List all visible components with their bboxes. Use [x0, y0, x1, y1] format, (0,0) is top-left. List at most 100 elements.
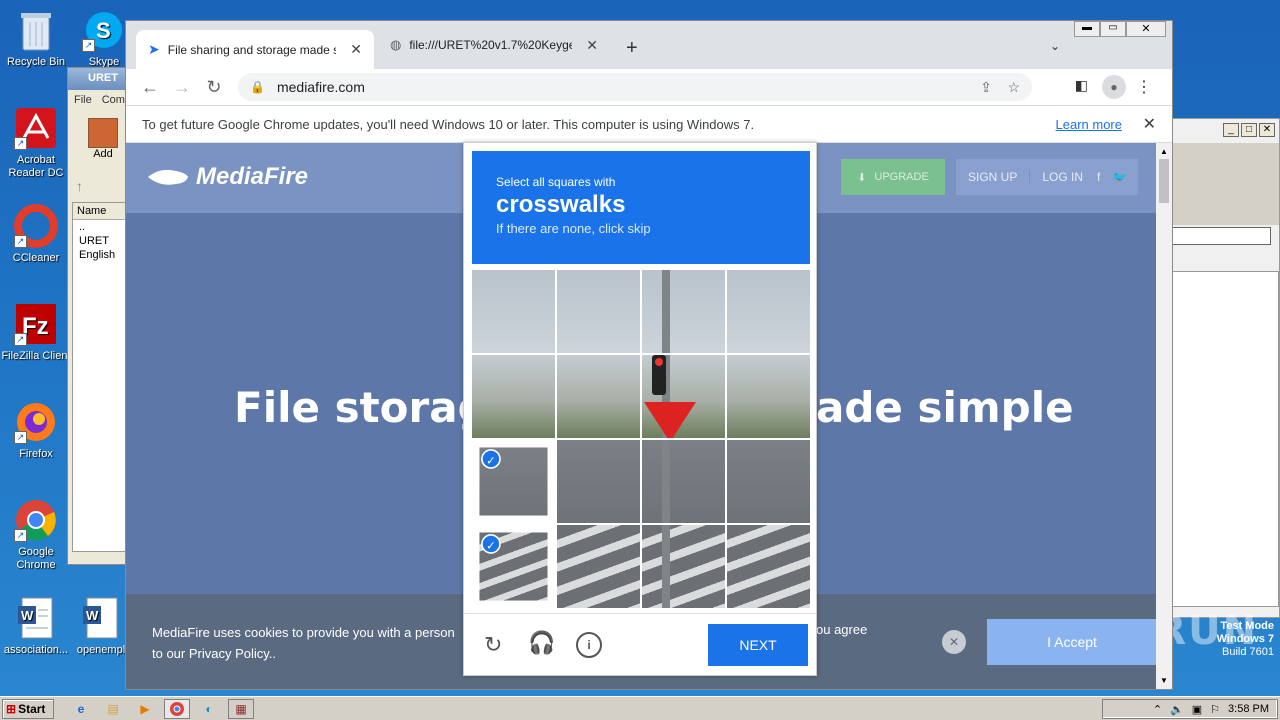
scroll-down-icon[interactable]: ▼	[1160, 676, 1168, 685]
winrar-add-button[interactable]: Add	[88, 118, 118, 160]
audio-challenge-icon[interactable]: 🎧	[528, 630, 555, 656]
tab-search-icon[interactable]: ⌄	[1050, 39, 1060, 53]
captcha-tile[interactable]	[727, 525, 810, 608]
forward-icon[interactable]: →	[166, 77, 198, 98]
captcha-tile[interactable]	[727, 270, 810, 353]
scroll-up-icon[interactable]: ▲	[1160, 147, 1168, 156]
menu-kebab-icon[interactable]: ⋮	[1136, 77, 1152, 97]
desktop-icon-association-doc[interactable]: W association...	[0, 596, 72, 657]
chrome-taskbar-icon[interactable]	[164, 698, 190, 719]
share-icon[interactable]: ⇪	[980, 79, 992, 96]
captcha-tile[interactable]: ✓	[479, 447, 548, 516]
side-panel-icon[interactable]: ◧	[1075, 77, 1088, 94]
tab-file[interactable]: ◍ file:///URET%20v1.7%20Keygen% ✕	[378, 30, 610, 60]
facebook-icon[interactable]: f	[1097, 170, 1100, 184]
captcha-tile[interactable]	[557, 355, 640, 438]
captcha-tile[interactable]	[727, 355, 810, 438]
back-icon[interactable]: ←	[134, 77, 166, 98]
up-arrow-icon[interactable]: ↑	[76, 178, 83, 194]
profile-avatar-icon[interactable]: ●	[1102, 75, 1126, 99]
captcha-tile[interactable]	[557, 270, 640, 353]
background-window[interactable]: _ □ ✕	[1170, 118, 1280, 618]
flag-icon[interactable]: ⚐	[1210, 703, 1220, 716]
captcha-tile[interactable]: ✓	[479, 532, 548, 601]
cookie-close-icon[interactable]: ✕	[942, 630, 966, 654]
tray-expand-icon[interactable]: ⌃	[1153, 703, 1162, 716]
tab-close-icon[interactable]: ✕	[586, 37, 598, 54]
hero-text-left: File storag	[234, 383, 488, 432]
minimize-icon[interactable]: _	[1223, 123, 1239, 137]
list-item[interactable]: ..	[73, 220, 125, 234]
sign-up-link[interactable]: SIGN UP	[956, 170, 1031, 184]
captcha-tile[interactable]	[642, 355, 725, 438]
mediafire-logo[interactable]: MediaFire	[146, 163, 308, 191]
tab-mediafire[interactable]: ➤ File sharing and storage made simple ✕	[136, 30, 374, 69]
test-mode-line2: Windows 7	[1216, 633, 1274, 645]
desktop-icon-openempl-doc[interactable]: W openempl	[74, 596, 128, 657]
ie-taskbar-icon[interactable]: e	[68, 699, 94, 719]
log-in-link[interactable]: LOG IN	[1030, 170, 1095, 184]
close-icon[interactable]: ✕	[1126, 21, 1166, 37]
captcha-tile[interactable]	[727, 440, 810, 523]
captcha-tile[interactable]	[642, 270, 725, 353]
captcha-tile[interactable]	[642, 440, 725, 523]
maximize-icon[interactable]: ▭	[1100, 21, 1126, 37]
winrar-window[interactable]: URET File Com Add ↑ Name .. URET English	[67, 67, 127, 565]
scrollbar-thumb[interactable]	[1159, 159, 1169, 203]
desktop-icon-firefox[interactable]: ↗ Firefox	[0, 400, 72, 461]
desktop-icon-recycle-bin[interactable]: Recycle Bin	[0, 8, 72, 69]
tab-strip: ➤ File sharing and storage made simple ✕…	[126, 21, 1172, 69]
chrome-icon: ↗	[14, 498, 58, 542]
network-icon[interactable]: ▣	[1192, 703, 1202, 716]
captcha-footer: ↻ 🎧 i NEXT	[464, 613, 816, 675]
winrar-taskbar-icon[interactable]: ▦	[228, 698, 254, 719]
upgrade-button[interactable]: ⬇ UPGRADE	[841, 159, 945, 195]
ccleaner-icon: ↗	[14, 204, 58, 248]
desktop-icon-ccleaner[interactable]: ↗ CCleaner	[0, 204, 72, 265]
captcha-tile[interactable]	[642, 525, 725, 608]
captcha-tile[interactable]	[472, 270, 555, 353]
twitter-icon[interactable]: 🐦	[1112, 170, 1127, 184]
dropdown[interactable]	[1171, 227, 1271, 245]
desktop-icon-filezilla[interactable]: Fz ↗ FileZilla Client	[0, 302, 72, 363]
captcha-tile[interactable]	[557, 440, 640, 523]
desktop-icon-label: FileZilla Client	[1, 350, 71, 362]
new-tab-icon[interactable]: +	[626, 37, 638, 60]
desktop-icon-label: Firefox	[19, 448, 53, 460]
window-controls: ▬ ▭ ✕	[1074, 21, 1166, 37]
accept-cookies-button[interactable]: I Accept	[987, 619, 1156, 665]
maximize-icon[interactable]: □	[1241, 123, 1257, 137]
page-scrollbar[interactable]: ▲ ▼	[1156, 143, 1172, 689]
learn-more-link[interactable]: Learn more	[1056, 117, 1122, 132]
reload-challenge-icon[interactable]: ↻	[484, 632, 502, 658]
media-player-taskbar-icon[interactable]: ▶	[132, 699, 158, 719]
tab-title: File sharing and storage made simple	[167, 42, 337, 57]
info-icon[interactable]: i	[576, 632, 602, 658]
upgrade-label: UPGRADE	[874, 171, 929, 183]
infobar-close-icon[interactable]: ✕	[1143, 114, 1156, 134]
address-bar[interactable]: 🔒 mediafire.com ⇪ ☆	[238, 73, 1032, 101]
edge-taskbar-icon[interactable]: ◐	[196, 699, 222, 719]
menu-commands[interactable]: Com	[102, 94, 125, 106]
captcha-tile[interactable]	[557, 525, 640, 608]
explorer-taskbar-icon[interactable]: ▤	[100, 699, 126, 719]
desktop-icon-google-chrome[interactable]: ↗ Google Chrome	[0, 498, 72, 572]
reload-icon[interactable]: ↻	[198, 77, 230, 98]
captcha-tile[interactable]	[472, 355, 555, 438]
filezilla-icon: Fz ↗	[14, 302, 58, 346]
start-label: Start	[18, 701, 46, 716]
start-button[interactable]: ⊞ Start	[2, 698, 54, 719]
next-button[interactable]: NEXT	[708, 624, 808, 666]
menu-file[interactable]: File	[74, 94, 92, 106]
volume-icon[interactable]: 🔈	[1170, 703, 1184, 716]
desktop-icon-label: Recycle Bin	[6, 56, 66, 68]
desktop-icon-acrobat[interactable]: ↗ Acrobat Reader DC	[0, 106, 72, 180]
clock[interactable]: 3:58 PM	[1228, 703, 1269, 715]
column-header-name[interactable]: Name	[73, 203, 125, 220]
minimize-icon[interactable]: ▬	[1074, 21, 1100, 37]
list-item[interactable]: URET	[73, 234, 125, 248]
tab-close-icon[interactable]: ✕	[350, 41, 362, 58]
list-item[interactable]: English	[73, 248, 125, 262]
bookmark-star-icon[interactable]: ☆	[1007, 79, 1020, 96]
close-icon[interactable]: ✕	[1259, 123, 1275, 137]
